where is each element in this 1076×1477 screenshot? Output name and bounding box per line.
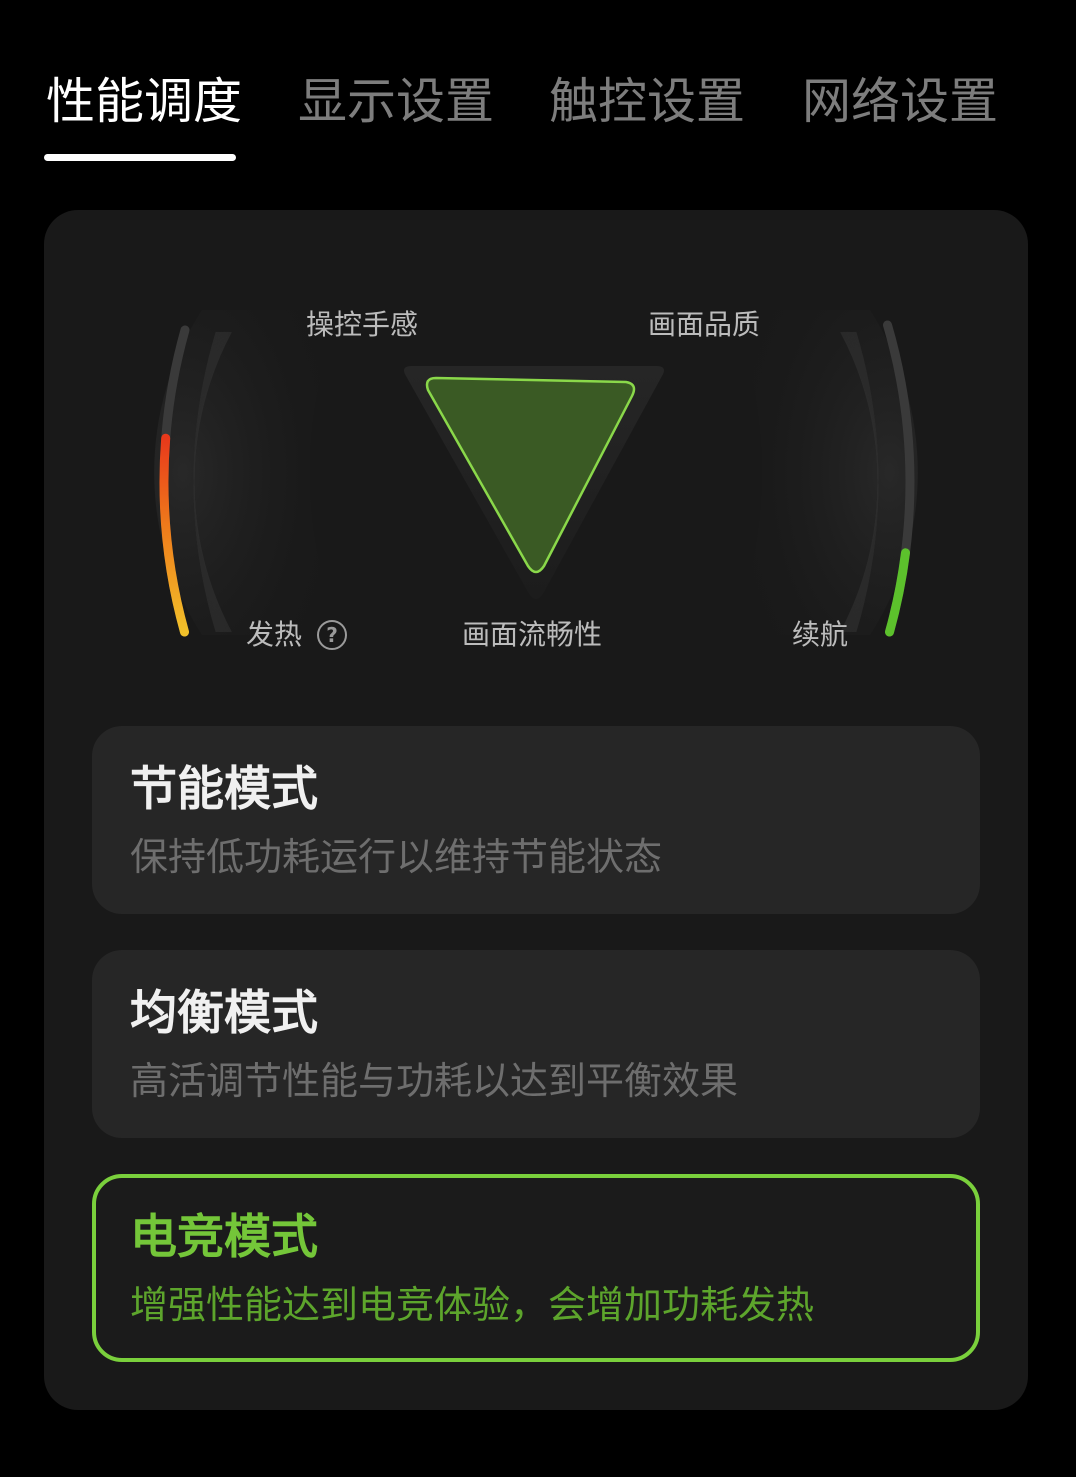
tab-bar: 性能调度 显示设置 触控设置 网络设置 [0, 0, 1076, 170]
mode-title: 节能模式 [130, 762, 318, 817]
right-fan-texture [728, 310, 918, 635]
active-tab-indicator [44, 154, 236, 161]
tab-performance[interactable]: 性能调度 [46, 70, 242, 134]
label-image-quality: 画面品质 [648, 308, 761, 341]
mode-description: 增强性能达到电竞体验，会增加功耗发热 [130, 1283, 815, 1327]
label-control-feel: 操控手感 [306, 308, 419, 341]
performance-card: 操控手感 画面品质 发热 ? 画面流畅性 续航 节能模式 保持低功耗运行以维持节… [44, 210, 1028, 1410]
tab-touch[interactable]: 触控设置 [549, 70, 745, 134]
help-icon[interactable]: ? [317, 620, 347, 650]
label-battery: 续航 [792, 618, 849, 651]
label-heat: 发热 [246, 618, 303, 651]
mode-balanced[interactable]: 均衡模式 高活调节性能与功耗以达到平衡效果 [92, 950, 980, 1138]
tab-display[interactable]: 显示设置 [298, 70, 494, 134]
label-fluency: 画面流畅性 [462, 618, 603, 651]
mode-power-saving[interactable]: 节能模式 保持低功耗运行以维持节能状态 [92, 726, 980, 914]
left-fan-texture [154, 310, 344, 635]
mode-title: 均衡模式 [130, 986, 318, 1041]
mode-description: 保持低功耗运行以维持节能状态 [130, 835, 663, 879]
tab-network[interactable]: 网络设置 [802, 70, 998, 134]
mode-title: 电竞模式 [130, 1210, 318, 1265]
mode-description: 高活调节性能与功耗以达到平衡效果 [130, 1059, 739, 1103]
mode-esports[interactable]: 电竞模式 增强性能达到电竞体验，会增加功耗发热 [92, 1174, 980, 1362]
